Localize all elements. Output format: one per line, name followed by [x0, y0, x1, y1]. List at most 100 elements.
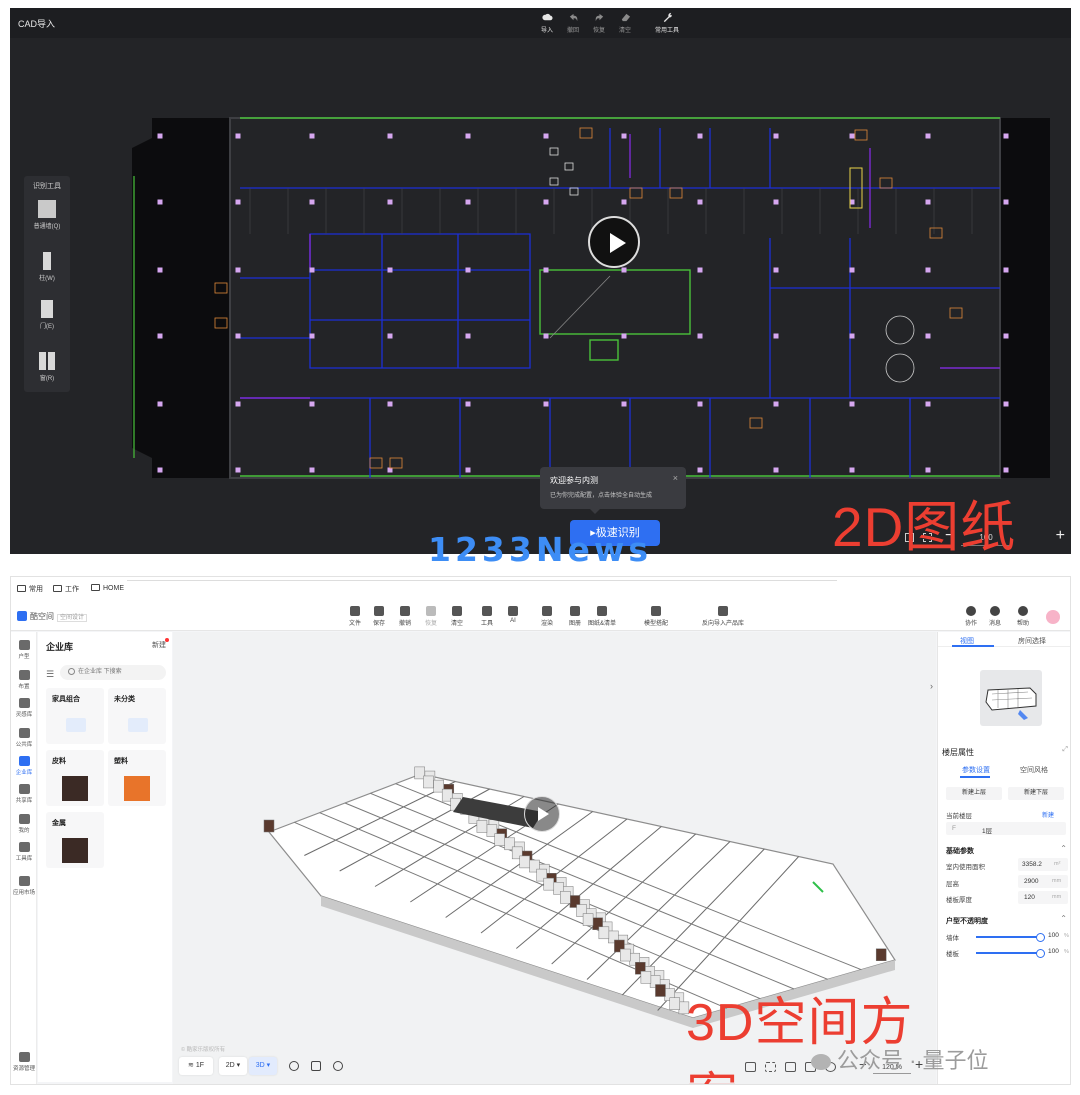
floor-selector[interactable]: ≋ 1F [179, 1057, 213, 1075]
view-2d-button[interactable]: 2D ▾ [219, 1057, 247, 1075]
clear-button[interactable]: 清空 [445, 606, 469, 627]
plan-column [1003, 333, 1009, 339]
crop-icon[interactable] [765, 1062, 776, 1072]
current-floor-field[interactable] [946, 822, 1066, 835]
minimap[interactable] [980, 670, 1042, 726]
library-new-button[interactable]: 新建 [152, 638, 169, 650]
plan-column [849, 267, 855, 273]
list-menu-icon[interactable]: ☰ [46, 669, 54, 680]
model-match-button[interactable]: 模型搭配 [639, 606, 673, 627]
collab-button[interactable]: 协作 [961, 606, 981, 627]
render-button[interactable]: 渲染 [535, 606, 559, 627]
drawings-button[interactable]: 图纸&清单 [585, 606, 619, 627]
tool-column[interactable]: 柱(W) [27, 248, 67, 292]
reverse-import-button[interactable]: 反向导入产品库 [697, 606, 749, 627]
tool-window[interactable]: 窗(R) [27, 348, 67, 392]
avatar[interactable] [1046, 610, 1060, 624]
3d-viewport[interactable]: 3D空间方案 © 酷家乐版权所有 ≋ 1F 2D ▾ 3D ▾ − 120 % … [173, 632, 936, 1084]
new-floor-down-button[interactable]: 新建下层 [1008, 787, 1064, 800]
help-button[interactable]: 帮助 [1013, 606, 1033, 627]
undo-button[interactable]: 撤回 [562, 11, 584, 34]
brand-logo[interactable]: 酷空间 空间设计 [17, 611, 88, 622]
library-card[interactable]: 金属 [46, 812, 104, 868]
eye-icon[interactable] [289, 1061, 299, 1071]
plan-column [157, 267, 163, 273]
tool-door[interactable]: 门(E) [27, 296, 67, 340]
library-card[interactable]: 未分类 [108, 688, 166, 744]
redo-button[interactable]: 恢复 [588, 11, 610, 34]
undo-button[interactable]: 撤销 [393, 606, 417, 627]
rail-item-8[interactable]: 应用市场 [11, 876, 37, 896]
model-room-block [519, 855, 530, 869]
plan-fixture [389, 457, 403, 469]
library-card[interactable]: 家具组合 [46, 688, 104, 744]
current-floor-new[interactable]: 新建 [1042, 810, 1054, 819]
drawing-list-icon [597, 606, 607, 616]
compass-icon[interactable] [333, 1061, 343, 1071]
import-button[interactable]: 导入 [536, 11, 558, 34]
ai-button[interactable]: AI [501, 606, 525, 624]
card-title: 皮料 [52, 758, 66, 765]
rail-item-3[interactable]: 公共库 [11, 728, 37, 748]
bell-icon [990, 606, 1000, 616]
common-tools-label: 常用工具 [654, 28, 679, 34]
slab-label: 楼板厚度 [946, 897, 972, 904]
bookmark-home[interactable]: HOME [91, 584, 124, 592]
plan-column [235, 333, 241, 339]
plan-column [157, 333, 163, 339]
bookmark-work[interactable]: 工作 [53, 584, 79, 594]
rail-item-2[interactable]: 灵感库 [11, 698, 37, 718]
rail-item-5[interactable]: 共享库 [11, 784, 37, 804]
bookmark-common[interactable]: 常用 [17, 584, 43, 594]
chevron-up-icon[interactable]: ⌃ [1060, 844, 1067, 853]
album-button[interactable]: 图册 [563, 606, 587, 627]
save-button[interactable]: 保存 [367, 606, 391, 627]
rail-item-7[interactable]: 工具库 [11, 842, 37, 862]
model-room-block [263, 819, 275, 833]
material-swatch [62, 838, 88, 863]
collapse-panel-icon[interactable]: › [930, 681, 933, 691]
door-icon [41, 300, 53, 318]
rail-item-4[interactable]: 企业库 [11, 756, 37, 776]
library-search-input[interactable] [60, 665, 166, 680]
image-icon[interactable] [745, 1062, 756, 1072]
library-card[interactable]: 塑料 [108, 750, 166, 806]
layers-icon[interactable] [311, 1061, 321, 1071]
message-button[interactable]: 消息 [985, 606, 1005, 627]
rail-item-6[interactable]: 我的 [11, 814, 37, 834]
save-label: 保存 [372, 621, 385, 627]
chevron-up-icon[interactable]: ⌃ [1060, 914, 1067, 923]
walk-icon[interactable] [785, 1062, 796, 1072]
common-tools-button[interactable]: 常用工具 [650, 11, 684, 34]
new-floor-up-button[interactable]: 新建上层 [946, 787, 1002, 800]
plan-column [925, 401, 931, 407]
tool-wall[interactable]: 普通墙(Q) [27, 196, 67, 240]
expand-icon[interactable]: ⤢ [1062, 746, 1068, 754]
zoom-in-button[interactable]: + [1056, 527, 1065, 545]
model-room-block [560, 891, 571, 904]
wall-opacity-slider[interactable] [976, 933, 1045, 942]
subtab-params[interactable]: 参数设置 [962, 765, 990, 775]
plan-table [885, 353, 915, 383]
slab-opacity-value[interactable]: 100 [1048, 948, 1059, 955]
bookmark-bar: 常用 工作 HOME [11, 577, 1070, 601]
rail-item-0[interactable]: 户型 [11, 640, 37, 660]
file-button[interactable]: 文件 [343, 606, 367, 627]
plan-wall-blue [309, 233, 531, 369]
view-3d-button[interactable]: 3D ▾ [249, 1057, 277, 1075]
rail-item-1[interactable]: 布置 [11, 670, 37, 690]
subtab-style[interactable]: 空间风格 [1020, 765, 1048, 775]
slab-opacity-slider[interactable] [976, 949, 1045, 958]
tip-close-icon[interactable]: × [673, 473, 678, 483]
album-icon [570, 606, 580, 616]
rail-item-9[interactable]: 资源管理 [11, 1052, 37, 1072]
user-icon [18, 814, 30, 824]
play-video-button[interactable] [524, 796, 560, 832]
wall-opacity-value[interactable]: 100 [1048, 932, 1059, 939]
clear-button[interactable]: 清空 [614, 11, 636, 34]
tab-room-select[interactable]: 房间选择 [1018, 636, 1046, 646]
tools-button[interactable]: 工具 [475, 606, 499, 627]
play-video-button[interactable] [588, 216, 640, 268]
library-card[interactable]: 皮料 [46, 750, 104, 806]
redo-button[interactable]: 恢复 [419, 606, 443, 627]
